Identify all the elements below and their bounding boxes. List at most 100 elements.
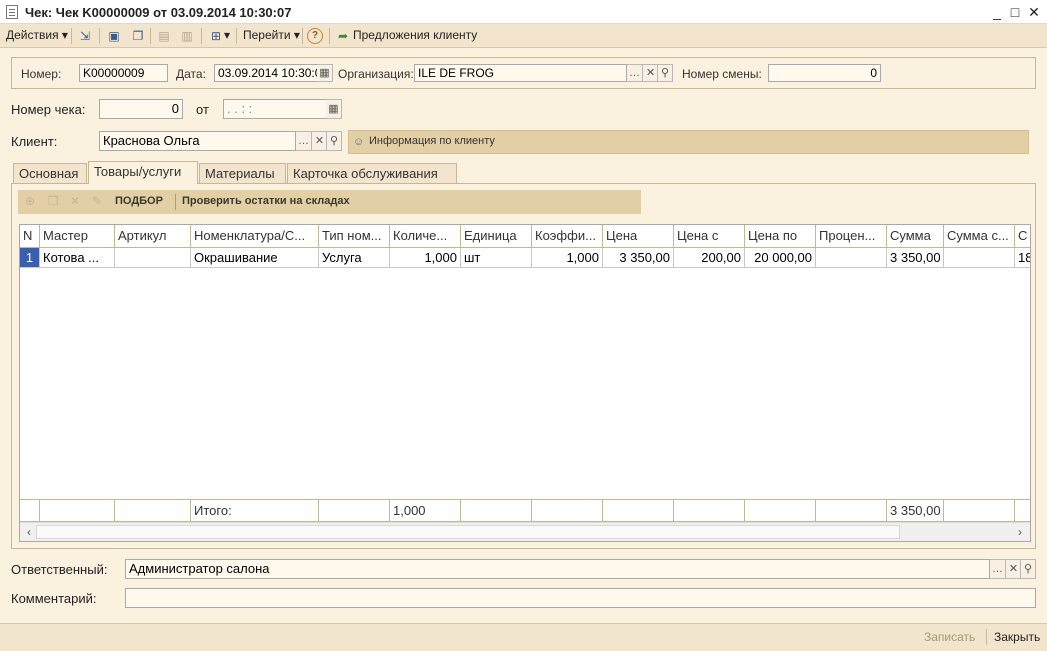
search-icon[interactable]: ⚲ bbox=[326, 131, 342, 151]
select-ellipsis-icon[interactable]: … bbox=[296, 131, 312, 151]
goto-label: Перейти bbox=[243, 28, 291, 42]
toolbar-separator bbox=[329, 28, 330, 44]
table-cell[interactable]: 18 bbox=[1015, 248, 1030, 268]
client-field[interactable]: Краснова Ольга bbox=[99, 131, 296, 151]
table-cell[interactable]: 200,00 bbox=[674, 248, 745, 268]
column-header[interactable]: Единица bbox=[461, 225, 532, 248]
refresh-icon[interactable]: ▣ bbox=[106, 28, 122, 44]
responsible-label: Ответственный: bbox=[11, 562, 108, 577]
column-header[interactable]: С bbox=[1015, 225, 1030, 248]
column-header[interactable]: N bbox=[20, 225, 40, 248]
minimize-button[interactable]: _ bbox=[988, 3, 1006, 21]
table-cell[interactable]: Котова ... bbox=[40, 248, 115, 268]
table-cell[interactable]: 3 350,00 bbox=[603, 248, 674, 268]
close-window-button[interactable]: ✕ bbox=[1025, 3, 1043, 21]
table-cell[interactable]: 20 000,00 bbox=[745, 248, 816, 268]
totals-cell bbox=[40, 499, 115, 522]
toolbar-separator bbox=[150, 28, 151, 44]
offers-button[interactable]: Предложения клиенту bbox=[353, 28, 477, 42]
search-icon[interactable]: ⚲ bbox=[657, 64, 673, 82]
header-group: Номер: K00000009 Дата: 03.09.2014 10:30:… bbox=[11, 57, 1036, 89]
column-header[interactable]: Цена с bbox=[674, 225, 745, 248]
tab-main[interactable]: Основная bbox=[13, 163, 87, 184]
unpost-icon[interactable]: ▥ bbox=[179, 28, 195, 44]
document-icon bbox=[6, 5, 18, 19]
column-header[interactable]: Сумма с... bbox=[944, 225, 1015, 248]
column-header[interactable]: Артикул bbox=[115, 225, 191, 248]
table-cell[interactable] bbox=[944, 248, 1015, 268]
date-label: Дата: bbox=[176, 67, 206, 81]
title-bar: Чек: Чек K00000009 от 03.09.2014 10:30:0… bbox=[0, 0, 1047, 24]
row-number-cell[interactable]: 1 bbox=[20, 248, 40, 268]
table-cell[interactable]: шт bbox=[461, 248, 532, 268]
calendar-icon[interactable]: ▦ bbox=[317, 64, 333, 82]
save-and-close-icon[interactable]: ⇲ bbox=[77, 28, 93, 44]
client-info-bar[interactable]: ☺ Информация по клиенту bbox=[348, 130, 1029, 154]
maximize-button[interactable]: □ bbox=[1006, 3, 1024, 21]
table-cell[interactable]: Окрашивание bbox=[191, 248, 319, 268]
column-header[interactable]: Мастер bbox=[40, 225, 115, 248]
shift-number-field[interactable]: 0 bbox=[768, 64, 881, 82]
delete-row-icon[interactable]: ✕ bbox=[68, 194, 82, 208]
chevron-down-icon: ▾ bbox=[293, 28, 300, 42]
actions-menu[interactable]: Действия ▾ bbox=[6, 28, 68, 42]
scroll-left-icon[interactable]: ‹ bbox=[22, 525, 36, 539]
receipt-number-label: Номер чека: bbox=[11, 102, 86, 117]
table-cell[interactable]: 1,000 bbox=[532, 248, 603, 268]
organization-field[interactable]: ILE DE FROG bbox=[414, 64, 627, 82]
search-icon[interactable]: ⚲ bbox=[1020, 559, 1036, 579]
table-cell[interactable] bbox=[816, 248, 887, 268]
window-title: Чек: Чек K00000009 от 03.09.2014 10:30:0… bbox=[25, 5, 292, 20]
client-info-link[interactable]: Информация по клиенту bbox=[369, 135, 495, 147]
save-button[interactable]: Записать bbox=[924, 630, 975, 644]
help-icon[interactable]: ? bbox=[307, 28, 323, 44]
table-cell[interactable]: Услуга bbox=[319, 248, 390, 268]
column-header[interactable]: Количе... bbox=[390, 225, 461, 248]
totals-cell bbox=[674, 499, 745, 522]
table-cell[interactable] bbox=[115, 248, 191, 268]
totals-cell bbox=[745, 499, 816, 522]
select-ellipsis-icon[interactable]: … bbox=[627, 64, 643, 82]
shift-number-label: Номер смены: bbox=[682, 67, 762, 81]
number-field[interactable]: K00000009 bbox=[79, 64, 168, 82]
structure-icon[interactable]: ⊞ bbox=[208, 28, 224, 44]
receipt-date-field[interactable]: . . : : bbox=[223, 99, 328, 119]
column-header[interactable]: Сумма bbox=[887, 225, 944, 248]
responsible-field[interactable]: Администратор салона bbox=[125, 559, 990, 579]
number-label: Номер: bbox=[21, 67, 62, 81]
comment-field[interactable] bbox=[125, 588, 1036, 608]
comment-label: Комментарий: bbox=[11, 591, 97, 606]
goto-menu[interactable]: Перейти ▾ bbox=[243, 28, 300, 42]
column-header[interactable]: Коэффи... bbox=[532, 225, 603, 248]
tab-service-card[interactable]: Карточка обслуживания bbox=[287, 163, 457, 184]
scroll-right-icon[interactable]: › bbox=[1013, 525, 1027, 539]
edit-row-icon[interactable]: ✎ bbox=[90, 194, 104, 208]
column-header[interactable]: Процен... bbox=[816, 225, 887, 248]
select-ellipsis-icon[interactable]: … bbox=[990, 559, 1006, 579]
goods-table[interactable]: N Мастер Артикул Номенклатура/С... Тип н… bbox=[19, 224, 1031, 542]
column-header[interactable]: Цена по bbox=[745, 225, 816, 248]
column-header[interactable]: Тип ном... bbox=[319, 225, 390, 248]
column-header[interactable]: Цена bbox=[603, 225, 674, 248]
scrollbar-thumb[interactable] bbox=[36, 525, 900, 539]
receipt-number-field[interactable]: 0 bbox=[99, 99, 183, 119]
tab-goods-services[interactable]: Товары/услуги bbox=[88, 161, 198, 184]
check-stock-button[interactable]: Проверить остатки на складах bbox=[182, 195, 350, 207]
post-icon[interactable]: ▤ bbox=[156, 28, 172, 44]
table-cell[interactable]: 1,000 bbox=[390, 248, 461, 268]
tab-materials[interactable]: Материалы bbox=[199, 163, 286, 184]
add-row-icon[interactable]: ⊕ bbox=[23, 194, 37, 208]
totals-cell bbox=[944, 499, 1015, 522]
pick-button[interactable]: ПОДБОР bbox=[115, 195, 163, 207]
copy-icon[interactable]: ❐ bbox=[130, 28, 146, 44]
copy-row-icon[interactable]: ❐ bbox=[46, 194, 60, 208]
date-field[interactable]: 03.09.2014 10:30:07 bbox=[214, 64, 319, 82]
close-button[interactable]: Закрыть bbox=[994, 630, 1040, 644]
toolbar-separator bbox=[302, 28, 303, 44]
column-header[interactable]: Номенклатура/С... bbox=[191, 225, 319, 248]
calendar-icon[interactable]: ▦ bbox=[326, 99, 342, 119]
chevron-down-icon[interactable]: ▾ bbox=[224, 28, 230, 42]
table-cell[interactable]: 3 350,00 bbox=[887, 248, 944, 268]
organization-label: Организация: bbox=[338, 67, 414, 81]
horizontal-scrollbar[interactable]: ‹ › bbox=[20, 522, 1030, 541]
